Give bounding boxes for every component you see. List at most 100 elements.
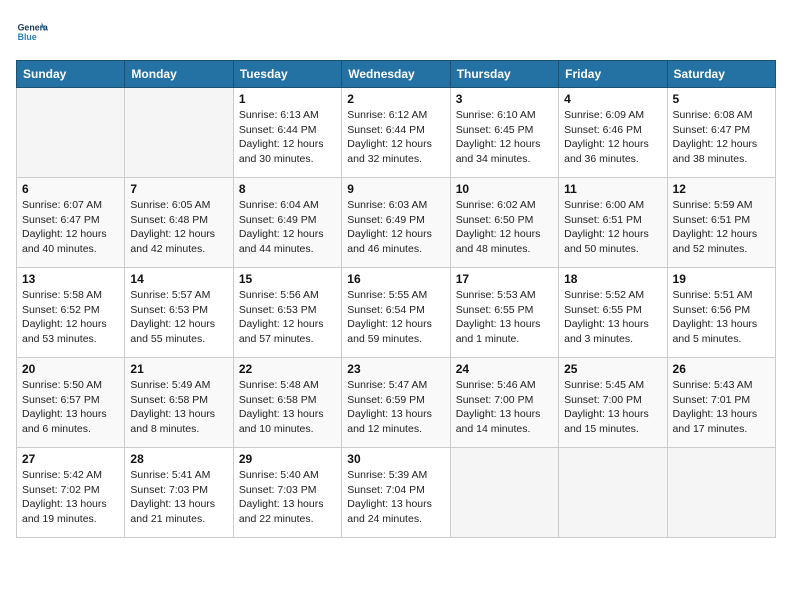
- calendar-cell: [667, 448, 775, 538]
- day-info: Sunrise: 5:51 AM Sunset: 6:56 PM Dayligh…: [673, 288, 770, 347]
- weekday-header-tuesday: Tuesday: [233, 61, 341, 88]
- calendar-cell: 4 Sunrise: 6:09 AM Sunset: 6:46 PM Daylig…: [559, 88, 667, 178]
- calendar-cell: 15Sunrise: 5:56 AM Sunset: 6:53 PM Dayli…: [233, 268, 341, 358]
- day-info: Sunrise: 6:00 AM Sunset: 6:51 PM Dayligh…: [564, 198, 661, 257]
- day-number: 23: [347, 362, 444, 376]
- day-info: Sunrise: 5:49 AM Sunset: 6:58 PM Dayligh…: [130, 378, 227, 437]
- calendar-cell: 16 Sunrise: 5:55 AM Sunset: 6:54 PM Dayli…: [342, 268, 450, 358]
- day-info: Sunrise: 5:43 AM Sunset: 7:01 PM Dayligh…: [673, 378, 770, 437]
- calendar-cell: [125, 88, 233, 178]
- day-number: 21: [130, 362, 227, 376]
- day-number: 30: [347, 452, 444, 466]
- day-number: 11: [564, 182, 661, 196]
- day-number: 12: [673, 182, 770, 196]
- day-number: 8: [239, 182, 336, 196]
- day-info: Sunrise: 6:07 AM Sunset: 6:47 PM Dayligh…: [22, 198, 119, 257]
- calendar-cell: 25Sunrise: 5:45 AM Sunset: 7:00 PM Dayli…: [559, 358, 667, 448]
- day-info: Sunrise: 5:57 AM Sunset: 6:53 PM Dayligh…: [130, 288, 227, 347]
- day-info: Sunrise: 5:45 AM Sunset: 7:00 PM Dayligh…: [564, 378, 661, 437]
- day-info: Sunrise: 6:13 AM Sunset: 6:44 PM Dayligh…: [239, 108, 336, 167]
- day-info: Sunrise: 6:10 AM Sunset: 6:45 PM Dayligh…: [456, 108, 553, 167]
- day-number: 27: [22, 452, 119, 466]
- calendar-cell: 23 Sunrise: 5:47 AM Sunset: 6:59 PM Dayli…: [342, 358, 450, 448]
- day-number: 28: [130, 452, 227, 466]
- calendar-cell: 12 Sunrise: 5:59 AM Sunset: 6:51 PM Dayli…: [667, 178, 775, 268]
- day-info: Sunrise: 6:05 AM Sunset: 6:48 PM Dayligh…: [130, 198, 227, 257]
- day-info: Sunrise: 5:55 AM Sunset: 6:54 PM Dayligh…: [347, 288, 444, 347]
- calendar-cell: 8 Sunrise: 6:04 AM Sunset: 6:49 PM Daylig…: [233, 178, 341, 268]
- weekday-header-thursday: Thursday: [450, 61, 558, 88]
- calendar-week-3: 13Sunrise: 5:58 AM Sunset: 6:52 PM Dayli…: [17, 268, 776, 358]
- calendar-cell: 9 Sunrise: 6:03 AM Sunset: 6:49 PM Daylig…: [342, 178, 450, 268]
- weekday-header-saturday: Saturday: [667, 61, 775, 88]
- calendar-cell: 28 Sunrise: 5:41 AM Sunset: 7:03 PM Dayli…: [125, 448, 233, 538]
- day-number: 7: [130, 182, 227, 196]
- day-info: Sunrise: 6:02 AM Sunset: 6:50 PM Dayligh…: [456, 198, 553, 257]
- calendar-cell: 10 Sunrise: 6:02 AM Sunset: 6:50 PM Dayli…: [450, 178, 558, 268]
- day-number: 9: [347, 182, 444, 196]
- day-info: Sunrise: 5:53 AM Sunset: 6:55 PM Dayligh…: [456, 288, 553, 347]
- calendar-cell: 22 Sunrise: 5:48 AM Sunset: 6:58 PM Dayli…: [233, 358, 341, 448]
- logo-icon: General Blue: [16, 16, 48, 48]
- weekday-header-monday: Monday: [125, 61, 233, 88]
- calendar-cell: 18Sunrise: 5:52 AM Sunset: 6:55 PM Dayli…: [559, 268, 667, 358]
- day-info: Sunrise: 6:12 AM Sunset: 6:44 PM Dayligh…: [347, 108, 444, 167]
- day-number: 14: [130, 272, 227, 286]
- weekday-header-sunday: Sunday: [17, 61, 125, 88]
- calendar-cell: [559, 448, 667, 538]
- calendar-cell: 17 Sunrise: 5:53 AM Sunset: 6:55 PM Dayli…: [450, 268, 558, 358]
- day-number: 5: [673, 92, 770, 106]
- day-number: 19: [673, 272, 770, 286]
- calendar-cell: 14 Sunrise: 5:57 AM Sunset: 6:53 PM Dayli…: [125, 268, 233, 358]
- day-number: 15: [239, 272, 336, 286]
- day-number: 24: [456, 362, 553, 376]
- day-info: Sunrise: 5:42 AM Sunset: 7:02 PM Dayligh…: [22, 468, 119, 527]
- calendar-cell: [17, 88, 125, 178]
- calendar-cell: 30 Sunrise: 5:39 AM Sunset: 7:04 PM Dayli…: [342, 448, 450, 538]
- day-number: 4: [564, 92, 661, 106]
- calendar-cell: 11 Sunrise: 6:00 AM Sunset: 6:51 PM Dayli…: [559, 178, 667, 268]
- day-number: 10: [456, 182, 553, 196]
- day-info: Sunrise: 6:09 AM Sunset: 6:46 PM Dayligh…: [564, 108, 661, 167]
- calendar-cell: 13Sunrise: 5:58 AM Sunset: 6:52 PM Dayli…: [17, 268, 125, 358]
- weekday-header-wednesday: Wednesday: [342, 61, 450, 88]
- day-info: Sunrise: 5:40 AM Sunset: 7:03 PM Dayligh…: [239, 468, 336, 527]
- calendar-cell: 2 Sunrise: 6:12 AM Sunset: 6:44 PM Daylig…: [342, 88, 450, 178]
- calendar-cell: 1Sunrise: 6:13 AM Sunset: 6:44 PM Daylig…: [233, 88, 341, 178]
- weekday-header-friday: Friday: [559, 61, 667, 88]
- calendar-cell: [450, 448, 558, 538]
- day-info: Sunrise: 5:39 AM Sunset: 7:04 PM Dayligh…: [347, 468, 444, 527]
- calendar-cell: 27 Sunrise: 5:42 AM Sunset: 7:02 PM Dayli…: [17, 448, 125, 538]
- day-info: Sunrise: 6:04 AM Sunset: 6:49 PM Dayligh…: [239, 198, 336, 257]
- calendar-cell: 19 Sunrise: 5:51 AM Sunset: 6:56 PM Dayli…: [667, 268, 775, 358]
- day-number: 29: [239, 452, 336, 466]
- calendar-cell: 21 Sunrise: 5:49 AM Sunset: 6:58 PM Dayli…: [125, 358, 233, 448]
- day-info: Sunrise: 5:41 AM Sunset: 7:03 PM Dayligh…: [130, 468, 227, 527]
- calendar-table: SundayMondayTuesdayWednesdayThursdayFrid…: [16, 60, 776, 538]
- day-number: 22: [239, 362, 336, 376]
- day-info: Sunrise: 5:47 AM Sunset: 6:59 PM Dayligh…: [347, 378, 444, 437]
- day-number: 16: [347, 272, 444, 286]
- day-number: 20: [22, 362, 119, 376]
- day-info: Sunrise: 5:58 AM Sunset: 6:52 PM Dayligh…: [22, 288, 119, 347]
- day-number: 17: [456, 272, 553, 286]
- calendar-cell: 20 Sunrise: 5:50 AM Sunset: 6:57 PM Dayli…: [17, 358, 125, 448]
- day-info: Sunrise: 5:46 AM Sunset: 7:00 PM Dayligh…: [456, 378, 553, 437]
- calendar-cell: 24 Sunrise: 5:46 AM Sunset: 7:00 PM Dayli…: [450, 358, 558, 448]
- day-number: 6: [22, 182, 119, 196]
- day-number: 2: [347, 92, 444, 106]
- day-info: Sunrise: 6:03 AM Sunset: 6:49 PM Dayligh…: [347, 198, 444, 257]
- calendar-cell: 6 Sunrise: 6:07 AM Sunset: 6:47 PM Daylig…: [17, 178, 125, 268]
- calendar-week-1: 1Sunrise: 6:13 AM Sunset: 6:44 PM Daylig…: [17, 88, 776, 178]
- calendar-header-row: SundayMondayTuesdayWednesdayThursdayFrid…: [17, 61, 776, 88]
- page-header: General Blue: [16, 16, 776, 48]
- calendar-week-4: 20 Sunrise: 5:50 AM Sunset: 6:57 PM Dayli…: [17, 358, 776, 448]
- day-info: Sunrise: 5:50 AM Sunset: 6:57 PM Dayligh…: [22, 378, 119, 437]
- day-number: 3: [456, 92, 553, 106]
- calendar-week-5: 27 Sunrise: 5:42 AM Sunset: 7:02 PM Dayli…: [17, 448, 776, 538]
- calendar-cell: 7 Sunrise: 6:05 AM Sunset: 6:48 PM Daylig…: [125, 178, 233, 268]
- calendar-week-2: 6 Sunrise: 6:07 AM Sunset: 6:47 PM Daylig…: [17, 178, 776, 268]
- day-info: Sunrise: 6:08 AM Sunset: 6:47 PM Dayligh…: [673, 108, 770, 167]
- day-info: Sunrise: 5:59 AM Sunset: 6:51 PM Dayligh…: [673, 198, 770, 257]
- day-info: Sunrise: 5:48 AM Sunset: 6:58 PM Dayligh…: [239, 378, 336, 437]
